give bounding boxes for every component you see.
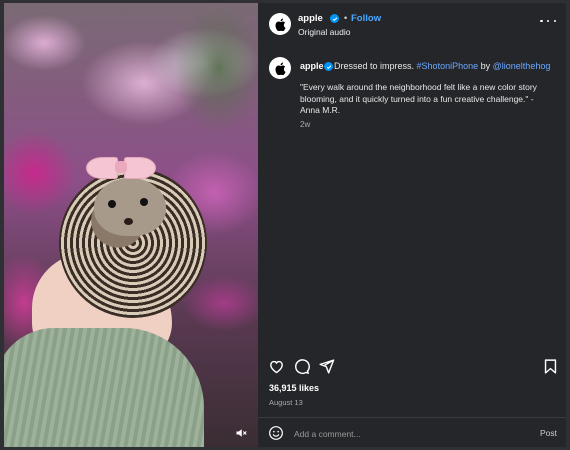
likes-count[interactable]: 36,915 likes xyxy=(269,383,319,393)
share-icon[interactable] xyxy=(318,358,335,375)
caption-username[interactable]: apple xyxy=(300,61,324,71)
caption-mention[interactable]: @lionelthehog xyxy=(493,61,551,71)
caption-section: apple Dressed to impress. #ShotoniPhone … xyxy=(258,43,566,353)
post-dialog: apple • Follow Original audio apple Dres… xyxy=(4,3,566,447)
caption-text: Dressed to impress. xyxy=(334,61,415,71)
bookmark-icon[interactable] xyxy=(542,358,559,375)
post-details-panel: apple • Follow Original audio apple Dres… xyxy=(258,3,566,447)
comment-composer: Post xyxy=(258,418,566,447)
comment-icon[interactable] xyxy=(293,358,310,375)
post-photo[interactable] xyxy=(4,3,258,447)
photo-sweater-sleeve xyxy=(4,328,204,447)
photo-pink-bow xyxy=(84,155,158,183)
caption-quote: "Every walk around the neighborhood felt… xyxy=(300,82,537,115)
bow-left-loop xyxy=(86,157,118,179)
post-date: August 13 xyxy=(269,398,303,407)
action-bar xyxy=(258,358,566,378)
emoji-icon[interactable] xyxy=(268,425,284,441)
caption-text-line: Dressed to impress. #ShotoniPhone by @li… xyxy=(334,61,550,71)
verified-badge-icon xyxy=(324,62,333,71)
caption-timestamp[interactable]: 2w xyxy=(300,120,310,129)
caption-avatar[interactable] xyxy=(269,57,291,79)
bow-right-loop xyxy=(124,157,156,179)
post-comment-button[interactable]: Post xyxy=(540,428,557,438)
post-header: apple • Follow Original audio xyxy=(258,3,566,43)
hedgehog-nose xyxy=(124,218,133,225)
hedgehog-eye xyxy=(140,198,148,206)
bow-knot xyxy=(115,161,127,173)
photo-background-foliage xyxy=(174,3,258,133)
apple-logo-icon xyxy=(274,61,286,75)
avatar[interactable] xyxy=(269,13,291,35)
caption-hashtag[interactable]: #ShotoniPhone xyxy=(417,61,479,71)
hedgehog-eye xyxy=(108,200,116,208)
heart-icon[interactable] xyxy=(268,358,285,375)
audio-label[interactable]: Original audio xyxy=(298,27,350,37)
more-options-icon[interactable] xyxy=(540,16,556,26)
separator-dot: • xyxy=(344,13,348,23)
speaker-muted-icon[interactable] xyxy=(232,425,250,441)
verified-badge-icon xyxy=(330,14,339,23)
follow-button[interactable]: Follow xyxy=(351,13,381,24)
comment-input[interactable] xyxy=(292,424,526,444)
apple-logo-icon xyxy=(274,17,286,31)
post-username[interactable]: apple xyxy=(298,13,323,24)
caption-by: by xyxy=(480,61,491,71)
photo-hedgehog-face xyxy=(94,178,166,236)
